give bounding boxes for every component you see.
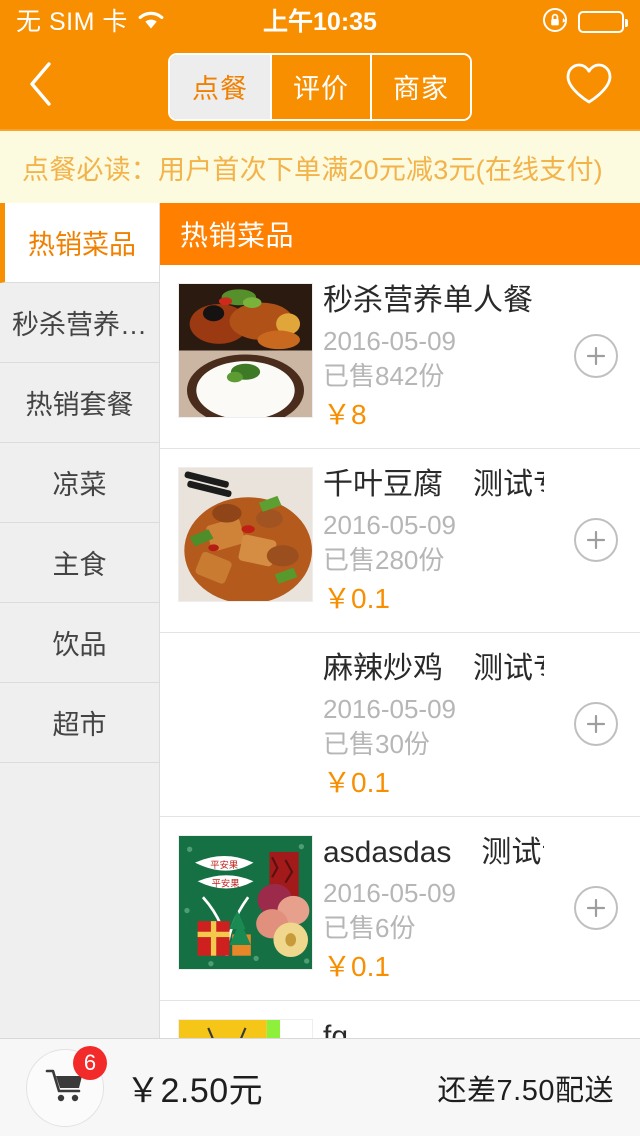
- cart-bar: 6 ￥2.50元 还差7.50配送: [0, 1038, 640, 1136]
- cart-badge: 6: [73, 1045, 107, 1080]
- plus-circle-icon: [585, 713, 607, 735]
- app-root: 无 SIM 卡 上午10:35 点餐 评价 商家 点餐必读：用户首次下单满20元…: [0, 0, 640, 1136]
- plus-circle-icon: [585, 897, 607, 919]
- back-button[interactable]: [26, 61, 70, 113]
- tab-order[interactable]: 点餐: [170, 54, 270, 119]
- dish-name: 麻辣炒鸡 测试专用: [323, 651, 544, 685]
- dish-row[interactable]: 平安果 平安果 asdasdas 测试 2016-05-09 已售6份 ￥0.1: [160, 816, 640, 1001]
- plus-circle-icon: [585, 345, 607, 367]
- dish-price: ￥0.1: [323, 583, 390, 615]
- sidebar-item-drinks[interactable]: 饮品: [0, 603, 159, 683]
- section-header-title: 热销菜品: [180, 220, 295, 251]
- sidebar-item-hot-combo[interactable]: 热销套餐: [0, 363, 159, 443]
- notice-banner[interactable]: 点餐必读：用户首次下单满20元减3元(在线支付): [0, 129, 640, 203]
- dish-thumbnail: [178, 1018, 313, 1038]
- dish-list[interactable]: 热销菜品 秒杀营养单人餐 2016-05-09 已售842份 ￥8 千叶豆腐 测…: [160, 203, 640, 1038]
- dish-date: 2016-05-09: [323, 509, 456, 540]
- sidebar-item-cold-dishes[interactable]: 凉菜: [0, 443, 159, 523]
- heart-outline-icon: [564, 61, 614, 112]
- nav-bar: 点餐 评价 商家: [0, 44, 640, 129]
- dish-row[interactable]: 秒杀营养单人餐（含… 2016-05-09 已售842份 ￥8: [160, 265, 640, 449]
- dish-name: fg: [323, 1019, 349, 1038]
- dish-name: asdasdas 测试专用: [323, 835, 544, 869]
- dish-row[interactable]: fg 2016-05-09: [160, 1000, 640, 1038]
- chevron-left-icon: [26, 60, 54, 113]
- dish-name: 千叶豆腐 测试专用: [323, 467, 544, 501]
- dish-thumbnail: [178, 283, 313, 418]
- dish-thumbnail: 平安果 平安果: [178, 834, 313, 970]
- dish-sold-count: 已售30份: [323, 729, 430, 760]
- dish-date: 2016-05-09: [323, 326, 456, 356]
- svg-text:平安果: 平安果: [210, 859, 238, 870]
- status-bar: 无 SIM 卡 上午10:35: [0, 0, 640, 44]
- dish-date: 2016-05-09: [323, 693, 456, 724]
- wifi-icon: [137, 9, 165, 35]
- sidebar-item-supermarket[interactable]: 超市: [0, 683, 159, 763]
- status-bar-left: 无 SIM 卡: [16, 9, 165, 35]
- cart-total: ￥2.50元: [126, 1072, 264, 1110]
- category-sidebar[interactable]: 热销菜品 秒杀营养… 热销套餐 凉菜 主食 饮品 超市: [0, 203, 160, 1038]
- svg-text:平安果: 平安果: [212, 877, 240, 888]
- dish-thumbnail: [178, 466, 313, 602]
- segmented-control: 点餐 评价 商家: [168, 52, 472, 121]
- tab-merchant[interactable]: 商家: [370, 54, 470, 119]
- status-bar-right: [542, 7, 628, 38]
- dish-name: 秒杀营养单人餐（含…: [323, 284, 544, 317]
- dish-price: ￥0.1: [323, 767, 390, 799]
- dish-date: 2016-05-09: [323, 877, 456, 908]
- rotation-lock-icon: [542, 7, 568, 38]
- plus-circle-icon: [585, 529, 607, 551]
- sidebar-item-hot-dishes[interactable]: 热销菜品: [0, 203, 159, 283]
- dish-row[interactable]: 千叶豆腐 测试专用 2016-05-09 已售280份 ￥0.1: [160, 448, 640, 633]
- cart-delivery-note: 还差7.50配送: [437, 1074, 614, 1107]
- dish-row[interactable]: 麻辣炒鸡 测试专用 2016-05-09 已售30份 ￥0.1: [160, 632, 640, 817]
- battery-icon: [578, 11, 628, 33]
- dish-sold-count: 已售6份: [323, 913, 416, 944]
- sidebar-item-staple[interactable]: 主食: [0, 523, 159, 603]
- cart-button[interactable]: 6: [26, 1045, 107, 1127]
- dish-sold-count: 已售842份: [323, 361, 445, 392]
- dish-price: ￥0.1: [323, 951, 390, 983]
- dish-info: fg 2016-05-09: [323, 1015, 640, 1038]
- carrier-label: 无 SIM 卡: [16, 7, 128, 36]
- section-header: 热销菜品: [160, 203, 640, 265]
- dish-price: ￥8: [323, 399, 367, 431]
- content-area: 热销菜品 秒杀营养… 热销套餐 凉菜 主食 饮品 超市 热销菜品 秒杀营养单人餐…: [0, 203, 640, 1038]
- dish-sold-count: 已售280份: [323, 545, 445, 576]
- sidebar-filler: [0, 763, 159, 1038]
- sidebar-item-seckill-nutrition[interactable]: 秒杀营养…: [0, 283, 159, 363]
- dish-thumbnail: [178, 651, 313, 786]
- tab-reviews[interactable]: 评价: [270, 54, 370, 119]
- notice-text: 点餐必读：用户首次下单满20元减3元(在线支付): [22, 154, 603, 185]
- favorite-button[interactable]: [564, 62, 614, 112]
